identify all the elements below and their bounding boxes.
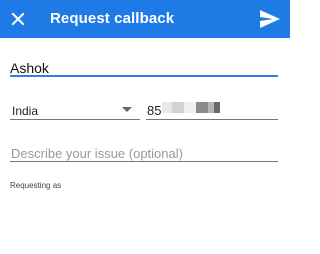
name-value: Ashok <box>10 60 49 76</box>
issue-placeholder: Describe your issue (optional) <box>11 146 183 161</box>
phone-value: 85 <box>147 103 162 118</box>
issue-field[interactable]: Describe your issue (optional) <box>10 142 278 162</box>
country-select[interactable]: India <box>10 100 140 120</box>
close-icon <box>11 12 25 26</box>
country-underline <box>10 119 140 120</box>
send-button[interactable] <box>256 6 284 32</box>
redacted-phone-block <box>214 102 220 113</box>
dropdown-arrow-icon <box>122 107 132 112</box>
phone-underline <box>146 119 278 120</box>
name-field-underline <box>10 75 278 77</box>
send-icon <box>260 10 280 28</box>
redacted-phone-block <box>184 102 196 113</box>
redacted-phone-block <box>196 102 208 113</box>
redacted-phone-block <box>162 102 172 113</box>
redacted-phone-block <box>172 102 184 113</box>
close-button[interactable] <box>4 5 32 33</box>
issue-underline <box>10 161 278 162</box>
page-title: Request callback <box>50 10 175 27</box>
country-value: India <box>12 104 39 118</box>
app-bar: Request callback <box>0 0 290 38</box>
requesting-as-label: Requesting as <box>10 181 62 190</box>
